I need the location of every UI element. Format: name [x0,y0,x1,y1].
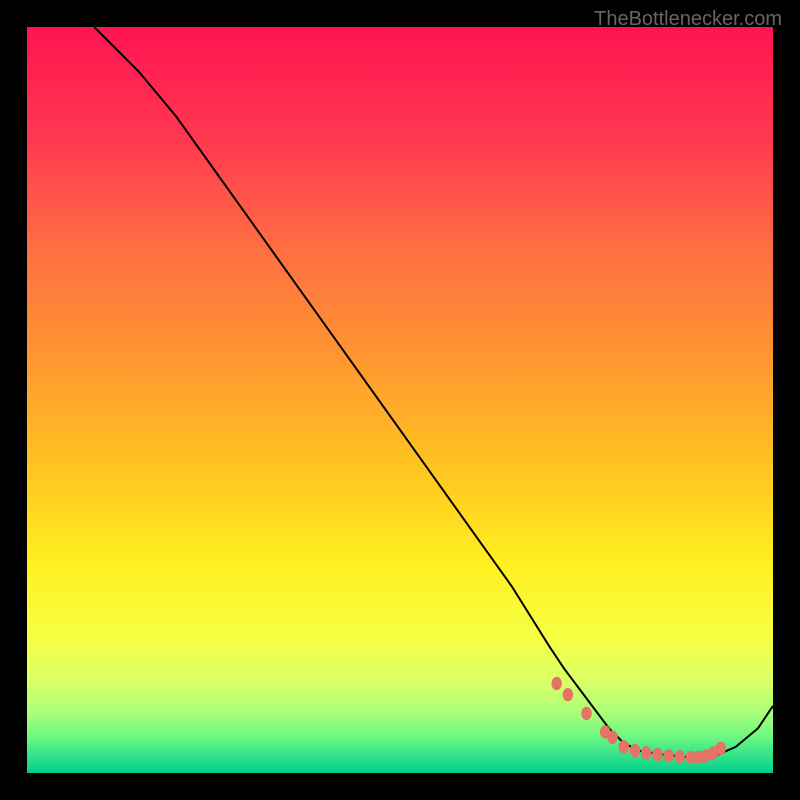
marker-group [551,677,726,764]
curve-marker [716,742,726,755]
curve-marker [619,740,629,753]
curve-layer [27,27,773,773]
curve-marker [630,744,640,757]
chart-plot-area [27,27,773,773]
curve-marker [663,749,673,762]
curve-marker [581,707,591,720]
curve-marker [551,677,561,690]
curve-marker [641,746,651,759]
bottleneck-curve [94,27,773,758]
curve-marker [563,688,573,701]
curve-marker [607,730,617,743]
watermark-text: TheBottlenecker.com [594,8,782,31]
curve-marker [675,750,685,763]
curve-marker [652,748,662,761]
